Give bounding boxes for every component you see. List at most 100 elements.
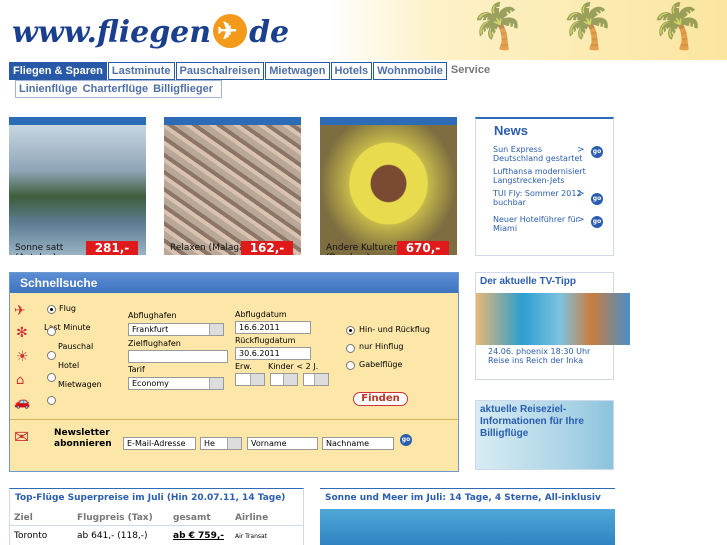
kinder-select[interactable] [270,373,298,386]
site-logo[interactable]: www.fliegende [12,14,289,50]
main-nav: Fliegen & Sparen Lastminute Pauschalreis… [9,62,494,80]
offer-card-antalya[interactable]: Sonne satt (Antalya) 281,- [9,117,146,255]
nachname-field[interactable]: Nachname [322,437,394,450]
tv-tipp-box[interactable]: Der aktuelle TV-Tipp 24.06. phoenix 18:3… [475,272,630,380]
news-item[interactable]: Neuer Hotelführer für Miami [493,215,588,233]
offer-price: 670,- [397,241,449,255]
abflugdatum-input[interactable]: 16.6.2011 [235,321,311,334]
offer-caption: Sonne satt (Antalya) [15,243,64,255]
arrow-icon: > [577,215,585,225]
cell-flugpreis: ab 641,- (118,-) [77,531,148,541]
offer-card-bombay[interactable]: Andere Kulturen (Bombay) 670,- [320,117,457,255]
tv-caption: 24.06. phoenix 18:30 Uhr Reise ins Reich… [488,347,591,365]
offer-photo [9,125,146,255]
kinder-label: Kinder < 2 J. [268,362,319,371]
newsletter-label: Newsletter abonnieren [54,428,112,449]
erw-select[interactable] [235,373,265,386]
sun-icon: ☀ [16,349,29,365]
reiseziel-info-box[interactable]: aktuelle Reiseziel-Informationen für Ihr… [475,400,614,470]
rueckflug-input[interactable]: 30.6.2011 [235,347,311,360]
arrow-icon: > [577,145,585,155]
go-button[interactable]: go [591,146,603,158]
col-ziel: Ziel [14,513,33,523]
news-box: News Sun Express Deutschland gestartet >… [475,117,614,256]
hotel-icon: ⌂ [16,373,25,388]
nav-service[interactable]: Service [447,62,494,80]
label-mietwagen: Mietwagen [58,380,102,389]
radio-hin-rueck[interactable] [346,326,355,335]
plane-icon [213,14,248,48]
sonne-photo [320,509,615,545]
nav-hotels[interactable]: Hotels [330,62,373,80]
chevron-down-icon [283,374,297,385]
tarif-label: Tarif [128,365,145,374]
radio-flug[interactable] [47,305,56,314]
offer-price: 162,- [241,241,293,255]
erw-label: Erw. [235,362,252,371]
offer-caption: Relaxen (Malaga) [170,243,249,253]
rueckflug-label: Rückflugdatum [235,336,296,345]
abflugdatum-label: Abflugdatum [235,310,287,319]
vorname-field[interactable]: Vorname [247,437,318,450]
chevron-down-icon [209,378,223,389]
divider [10,525,303,526]
cell-gesamt-link[interactable]: ab € 759,- [173,531,224,541]
abflughafen-label: Abflughafen [128,311,177,320]
nav-mietwagen[interactable]: Mietwagen [265,62,330,80]
subnav-linienfluege[interactable]: Linienflüge [19,81,78,97]
go-button[interactable]: go [591,193,603,205]
chevron-down-icon [209,324,223,335]
quick-search-title: Schnellsuche [10,273,458,293]
chevron-down-icon [314,374,328,385]
nav-lastminute[interactable]: Lastminute [107,62,175,80]
label-hin-rueck: Hin- und Rückflug [359,325,430,334]
radio-hotel[interactable] [47,373,56,382]
radio-gabelfluege[interactable] [346,361,355,370]
subnav-billigflieger[interactable]: Billigflieger [153,81,213,97]
col-flugpreis: Flugpreis (Tax) [77,513,153,523]
label-pauschal: Pauschal [58,342,94,351]
subnav-charterfluege[interactable]: Charterflüge [83,81,148,97]
label-nur-hinflug: nur Hinflug [359,342,404,351]
finden-button[interactable]: Finden [353,392,408,406]
news-item[interactable]: Sun Express Deutschland gestartet [493,145,588,163]
quick-search-panel: Schnellsuche ✈ ✻ ☀ ⌂ 🚗 Flug Last Minute … [9,272,459,472]
nav-fliegen-sparen[interactable]: Fliegen & Sparen [9,62,107,80]
nav-wohnmobile[interactable]: Wohnmobile [373,62,447,80]
anrede-select[interactable]: He [200,437,242,450]
sonne-meer-box[interactable]: Sonne und Meer im Juli: 14 Tage, 4 Stern… [320,488,615,545]
label-hotel: Hotel [58,361,80,370]
palm-icon: 🌴 [560,1,615,52]
nav-pauschalreisen[interactable]: Pauschalreisen [175,62,265,80]
news-item[interactable]: Lufthansa modernisiert Langstrecken-Jets [493,167,588,185]
tarif-select[interactable]: Economy [128,377,224,390]
zielflughafen-input[interactable] [128,350,228,363]
plane-icon: ✈ [14,303,26,319]
arrow-icon: > [577,189,585,199]
palm-icon: ✻ [16,325,28,341]
email-field[interactable]: E-Mail-Adresse [123,437,196,450]
label-gabelfluege: Gabelflüge [359,360,403,369]
radio-nur-hinflug[interactable] [346,344,355,353]
chevron-down-icon [227,438,241,449]
reise-title: aktuelle Reiseziel-Informationen für Ihr… [480,404,584,439]
news-item[interactable]: TUI Fly: Sommer 2012 buchbar [493,189,588,207]
offer-price: 281,- [86,241,138,255]
car-icon: 🚗 [14,395,31,410]
go-button[interactable]: go [591,216,603,228]
news-title: News [494,123,528,138]
radio-lastminute[interactable] [47,327,56,336]
radio-pauschal[interactable] [47,351,56,360]
abflughafen-select[interactable]: Frankfurt [128,323,224,336]
offer-card-malaga[interactable]: Relaxen (Malaga) 162,- [164,117,301,255]
radio-mietwagen[interactable] [47,396,56,405]
newsletter-go-button[interactable]: go [400,434,412,446]
baby-select[interactable] [303,373,329,386]
col-airline: Airline [235,513,269,523]
sub-nav: Linienflüge Charterflüge Billigflieger [15,80,222,98]
zielflughafen-label: Zielflughafen [128,339,181,348]
cell-ziel: Toronto [14,531,48,541]
offer-photo [164,125,301,255]
sonne-title: Sonne und Meer im Juli: 14 Tage, 4 Stern… [325,493,601,503]
label-flug: Flug [59,304,76,313]
